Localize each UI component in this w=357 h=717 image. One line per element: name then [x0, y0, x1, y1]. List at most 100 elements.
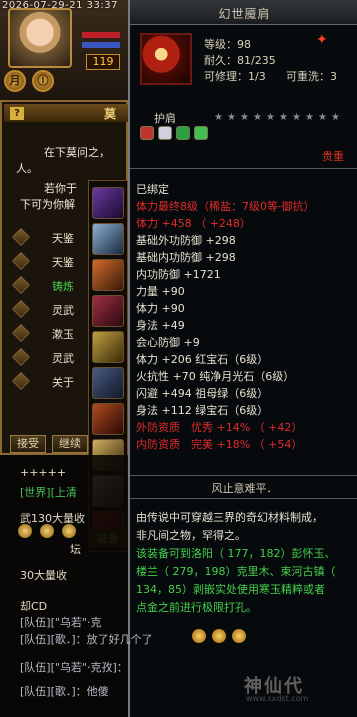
description-line: 楼兰（ 279，198）克里木、束河古镇（: [136, 565, 336, 578]
chat-line: [队伍]["乌若"·克孜]：: [20, 661, 128, 674]
scroll-icon: [12, 348, 30, 366]
item-repair: 可修理：1/3: [204, 70, 266, 83]
item-name: 幻世魇肩: [218, 7, 271, 21]
attribute-line: 外防资质 优秀 +14% （ +42）: [136, 421, 303, 434]
emerald-gem-icon: [176, 126, 190, 140]
thumbs-up-icon: [232, 629, 246, 643]
item-durability: 耐久：81/235: [204, 54, 276, 67]
star-icon: ★: [318, 112, 327, 123]
character-avatar[interactable]: [8, 8, 72, 68]
chat-line: 却CD: [20, 600, 48, 613]
money-bags-row: [18, 524, 84, 541]
attribute-line: 已绑定: [136, 183, 169, 196]
star-icon: ★: [214, 112, 223, 123]
star-icon: ★: [253, 112, 262, 123]
inventory-slot[interactable]: [92, 403, 124, 435]
chat-line: [世界][上清: [20, 486, 77, 499]
moon-menu-button[interactable]: 月: [4, 70, 26, 92]
chat-line: 坛: [70, 543, 81, 556]
description-line: 非凡间之物，罕得之。: [136, 529, 246, 542]
thumbs-up-icon: [212, 629, 226, 643]
scroll-icon: [12, 228, 30, 246]
attribute-line: 内防资质 完美 +18% （ +54）: [136, 438, 303, 451]
star-icon: ★: [240, 112, 249, 123]
quest-text-line: 在下莫问之，: [44, 146, 110, 159]
star-icon: ★: [279, 112, 288, 123]
attribute-line: 力量 +90: [136, 285, 185, 298]
star-icon: ★: [305, 112, 314, 123]
attribute-line: 体力最终8级（稀盐：7级0等·御抗）: [136, 200, 315, 213]
attribute-line: 体力 +458 （ +248）: [136, 217, 251, 230]
item-icon: [140, 33, 192, 85]
description-line: 点金之前进行极限打孔。: [136, 601, 257, 614]
money-bag-icon: [40, 524, 54, 538]
quest-option-label: 灵武: [52, 352, 74, 365]
chat-line: [队伍][歌．]：他傻: [20, 685, 109, 698]
attribute-line: 内功防御 +1721: [136, 268, 221, 281]
quest-option-label: 天鉴: [52, 256, 74, 269]
question-icon: [12, 372, 30, 390]
scroll-icon: [12, 252, 30, 270]
attribute-line: 体力 +90: [136, 302, 185, 315]
scroll-icon: [12, 324, 30, 342]
item-description: 由传说中可穿越三界的奇幻材料制成， 非凡间之物，罕得之。 该装备可到洛阳（ 17…: [130, 498, 357, 618]
scroll-icon: [12, 276, 30, 294]
inventory-slot[interactable]: [92, 367, 124, 399]
attribute-line: 基础外功防御 +298: [136, 234, 236, 247]
inventory-slot[interactable]: [92, 331, 124, 363]
star-icon: ★: [292, 112, 301, 123]
inventory-slot[interactable]: [92, 187, 124, 219]
watermark-url: www.sxdst.com: [246, 694, 309, 703]
continue-button[interactable]: 继续: [52, 435, 88, 453]
emoji-row: [192, 629, 252, 646]
mp-bar: [82, 42, 120, 48]
quest-title: 莫: [104, 107, 117, 121]
inventory-slot[interactable]: [92, 295, 124, 327]
description-line: 由传说中可穿越三界的奇幻材料制成，: [136, 511, 323, 524]
description-line: 该装备可到洛阳（ 177，182）彭怀玉、: [136, 547, 336, 560]
item-flavor-title: 风止意难平．: [211, 482, 278, 495]
money-bag-icon: [18, 524, 32, 538]
description-line: 134，85）剥嵌实处使用寒玉精粹或者: [136, 583, 325, 596]
chat-line: +++++: [20, 466, 67, 479]
hp-bar: [82, 32, 120, 38]
attribute-list: 已绑定 体力最终8级（稀盐：7级0等·御抗） 体力 +458 （ +248） 基…: [130, 168, 357, 476]
help-icon[interactable]: ?: [10, 107, 24, 120]
quest-option-label: 关于: [52, 376, 74, 389]
attribute-line: 身法 +49: [136, 319, 185, 332]
inventory-slot[interactable]: [92, 223, 124, 255]
star-icon: ★: [331, 112, 340, 123]
inventory-slot[interactable]: [92, 259, 124, 291]
attribute-line: 基础内功防御 +298: [136, 251, 236, 264]
ruby-gem-icon: [140, 126, 154, 140]
chat-line: 30大量收: [20, 569, 67, 582]
item-rewash: 可重洗：3: [286, 70, 337, 83]
attribute-line: 会心防御 +9: [136, 336, 200, 349]
chat-line: [队伍][歌．]：放了好几个了: [20, 633, 153, 646]
quest-title-bar: ? 莫: [4, 104, 128, 122]
attribute-line: 体力 +206 红宝石（6级）: [136, 353, 269, 366]
quest-option-label: 漱玉: [52, 328, 74, 341]
star-icon: ★: [227, 112, 236, 123]
attribute-line: 闪避 +494 祖母绿（6级）: [136, 387, 269, 400]
tooltip-header: 幻世魇肩: [130, 0, 357, 25]
quest-option-label: 天鉴: [52, 232, 74, 245]
character-level: 119: [86, 54, 120, 70]
quest-text-line: 人。: [16, 162, 38, 175]
moonstone-gem-icon: [158, 126, 172, 140]
item-type: 护肩: [154, 112, 176, 125]
item-grade: 贵重: [322, 150, 344, 163]
phone-menu-button[interactable]: Ⓘ: [32, 70, 54, 92]
quest-text-line: 若你于: [44, 182, 77, 195]
attribute-line: 身法 +112 绿宝石（6级）: [136, 404, 269, 417]
chat-line: [队伍]["乌若"·克: [20, 616, 102, 629]
quest-option-label: 灵武: [52, 304, 74, 317]
scroll-icon: [12, 300, 30, 318]
quest-option-label: 铸炼: [52, 280, 74, 293]
gem-slots: [140, 126, 212, 143]
attribute-line: 火抗性 +70 纯净月光石（6级）: [136, 370, 295, 383]
accept-button[interactable]: 接受: [10, 435, 46, 453]
star-rating: ★ ★ ★ ★ ★ ★ ★ ★ ★ ★: [214, 110, 344, 123]
item-level: 等级：98: [204, 38, 251, 51]
money-bag-icon: [62, 524, 76, 538]
